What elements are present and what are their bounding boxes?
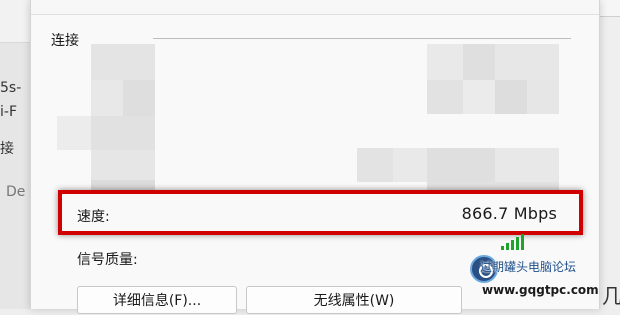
signal-quality-label: 信号质量: — [77, 252, 138, 268]
background-right-strip — [600, 0, 620, 309]
background-text-fragment: 5s- — [0, 80, 22, 96]
background-titlebar — [600, 0, 620, 17]
dialog-top-edge — [31, 0, 599, 15]
speed-highlight-box — [58, 190, 583, 235]
wireless-properties-button[interactable]: 无线属性(W) — [246, 286, 462, 314]
watermark-text: 过期罐头电脑论坛 — [480, 260, 577, 274]
watermark-url: www.gqgtpc.com — [482, 283, 599, 297]
connection-group-title: 连接 — [51, 33, 79, 49]
details-button[interactable]: 详细信息(F)... — [77, 286, 237, 314]
watermark: 过期罐头电脑论坛 www.gqgtpc.com — [452, 250, 600, 306]
background-text-fragment: De — [6, 184, 26, 200]
watermark-trailing-char: 几 — [602, 284, 620, 308]
background-text-fragment: 接 — [0, 141, 14, 157]
background-text-fragment: i-F — [0, 104, 17, 120]
group-divider — [153, 38, 571, 39]
signal-bars-icon — [501, 234, 527, 250]
